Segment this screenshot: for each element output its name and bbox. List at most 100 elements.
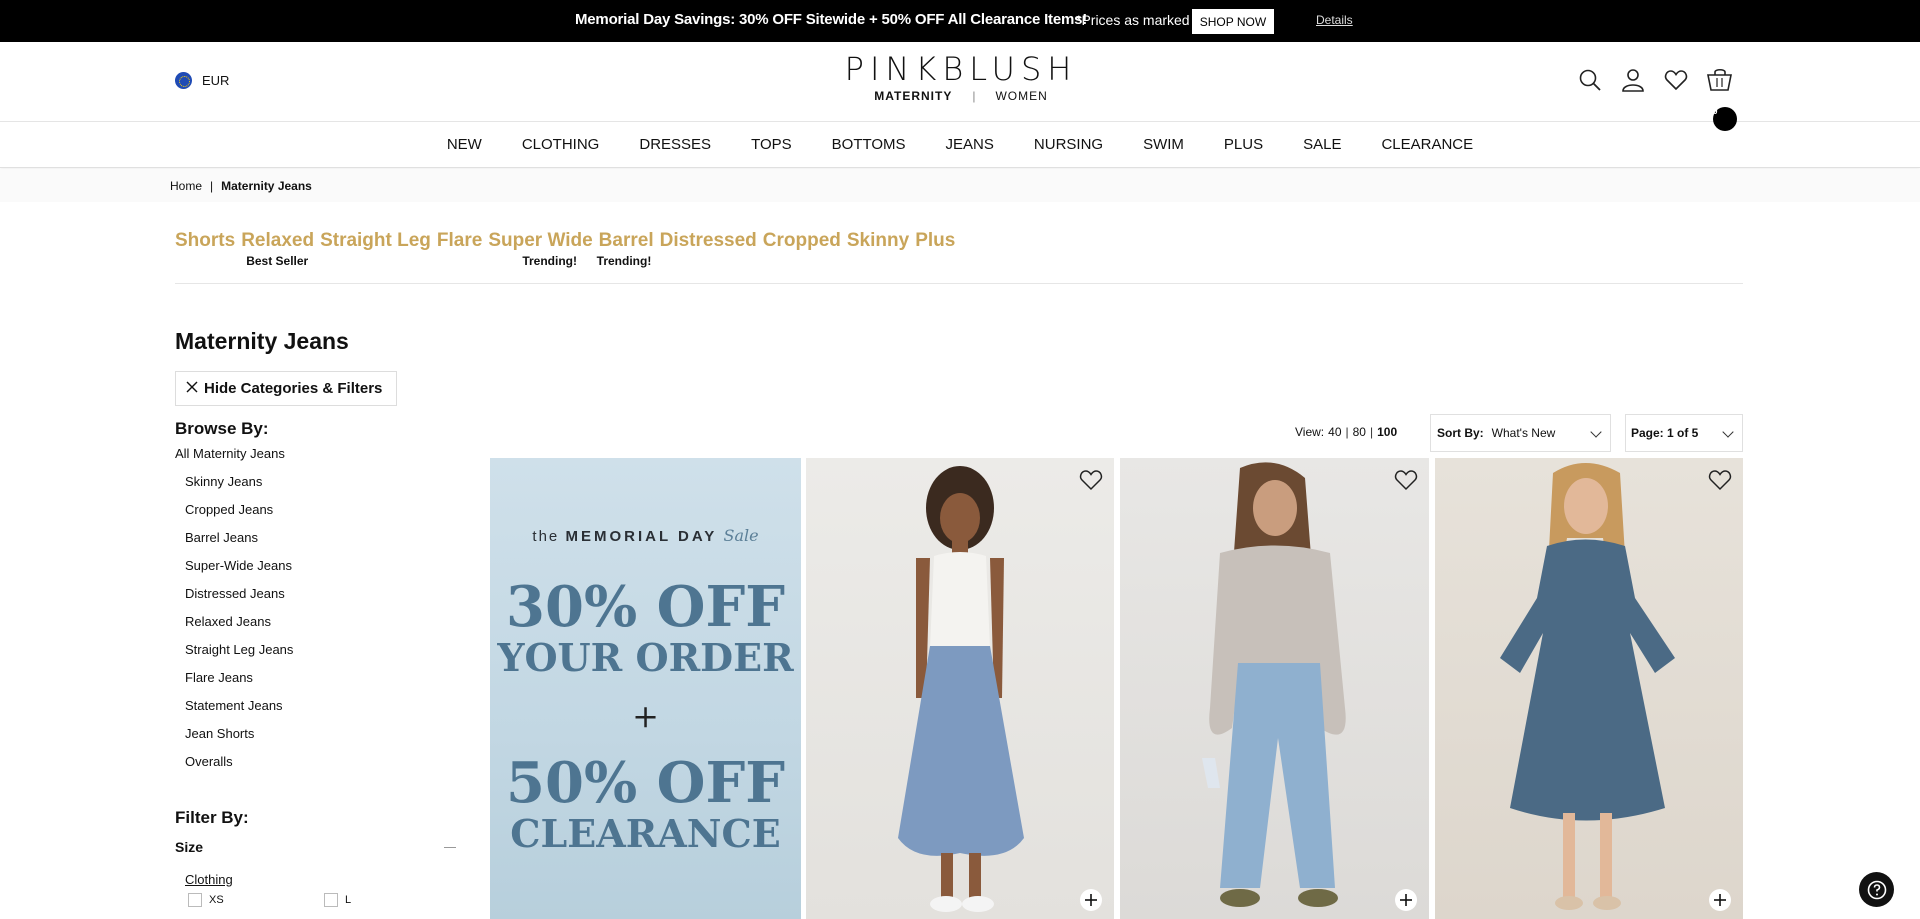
quick-link-distressed[interactable]: Distressed: [660, 230, 757, 252]
filter-by-heading: Filter By:: [175, 808, 249, 827]
quick-link-label: Relaxed: [241, 230, 315, 251]
browse-item[interactable]: Jean Shorts: [185, 726, 293, 754]
trending-tag: Trending!: [522, 254, 577, 268]
sort-label: Sort By:: [1437, 426, 1484, 440]
browse-item[interactable]: Barrel Jeans: [185, 530, 293, 558]
nav-item-jeans[interactable]: JEANS: [946, 136, 994, 153]
nav-item-new[interactable]: NEW: [447, 136, 482, 153]
browse-all-link[interactable]: All Maternity Jeans: [175, 446, 285, 461]
page-dropdown[interactable]: Page: 1 of 5: [1625, 414, 1743, 452]
size-option-xs[interactable]: XS: [188, 893, 224, 907]
help-button[interactable]: [1859, 872, 1894, 907]
browse-item[interactable]: Relaxed Jeans: [185, 614, 293, 642]
product-card[interactable]: [1120, 458, 1429, 919]
cart-icon[interactable]: 0: [1707, 68, 1737, 131]
promo-tile[interactable]: the MEMORIAL DAY Sale 30% OFF YOUR ORDER…: [490, 458, 801, 919]
nav-item-clothing[interactable]: CLOTHING: [522, 136, 600, 153]
wishlist-icon[interactable]: [1664, 68, 1688, 92]
nav-item-clearance[interactable]: CLEARANCE: [1381, 136, 1473, 153]
size-filter-toggle[interactable]: Size: [175, 839, 456, 855]
product-image: [1202, 462, 1346, 907]
quick-add-plus-icon[interactable]: [1080, 889, 1102, 911]
hide-filters-label: Hide Categories & Filters: [204, 380, 383, 397]
view-option-40[interactable]: 40: [1328, 425, 1341, 439]
size-option-l[interactable]: L: [324, 893, 351, 907]
quick-link-shorts[interactable]: Shorts: [175, 230, 235, 252]
browse-item[interactable]: Super-Wide Jeans: [185, 558, 293, 586]
main-nav: NEW CLOTHING DRESSES TOPS BOTTOMS JEANS …: [0, 122, 1920, 168]
quick-link-label: Plus: [915, 230, 956, 251]
checkbox[interactable]: [324, 893, 338, 907]
quick-link-skinny[interactable]: Skinny: [847, 230, 909, 252]
details-link[interactable]: Details: [1316, 13, 1353, 27]
search-icon[interactable]: [1578, 68, 1602, 92]
promo-bar: Memorial Day Savings: 30% OFF Sitewide +…: [0, 0, 1920, 42]
browse-item[interactable]: Distressed Jeans: [185, 586, 293, 614]
quick-link-label: Skinny: [846, 230, 910, 251]
browse-item[interactable]: Flare Jeans: [185, 670, 293, 698]
nav-item-nursing[interactable]: NURSING: [1034, 136, 1103, 153]
quick-link-straight-leg[interactable]: Straight Leg: [320, 230, 431, 252]
nav-item-dresses[interactable]: DRESSES: [639, 136, 711, 153]
view-option-80[interactable]: 80: [1353, 425, 1366, 439]
browse-item[interactable]: Cropped Jeans: [185, 502, 293, 530]
chevron-down-icon: [1590, 426, 1602, 438]
quick-link-cropped[interactable]: Cropped: [763, 230, 841, 252]
promo-tile-off2: 50% OFF: [506, 750, 785, 816]
browse-item[interactable]: Straight Leg Jeans: [185, 642, 293, 670]
wishlist-heart-icon[interactable]: [1707, 468, 1733, 492]
quick-link-label: Barrel: [598, 230, 654, 251]
quick-link-barrel[interactable]: Barrel Trending!: [597, 230, 654, 268]
logo[interactable]: PINKBLUSH MATERNITY | WOMEN: [820, 50, 1102, 103]
nav-item-bottoms[interactable]: BOTTOMS: [832, 136, 906, 153]
view-label: View:: [1295, 425, 1325, 439]
view-count-control: View: 40 | 80 | 100: [1295, 425, 1397, 439]
product-card[interactable]: [806, 458, 1114, 919]
promo-tile-the: the: [532, 528, 560, 545]
currency-selector[interactable]: EUR: [175, 72, 229, 89]
checkbox[interactable]: [188, 893, 202, 907]
quick-link-label: Distressed: [659, 230, 757, 251]
nav-item-sale[interactable]: SALE: [1303, 136, 1341, 153]
quick-link-flare[interactable]: Flare: [437, 230, 482, 252]
quick-link-super-wide[interactable]: Super Wide Trending!: [488, 230, 592, 268]
clothing-size-link[interactable]: Clothing: [185, 872, 233, 887]
wishlist-heart-icon[interactable]: [1393, 468, 1419, 492]
quick-link-label: Cropped: [762, 230, 841, 251]
logo-separator: |: [972, 89, 976, 103]
breadcrumb-separator: |: [210, 179, 214, 193]
breadcrumb-home[interactable]: Home: [170, 179, 202, 193]
quick-links: Shorts Relaxed Best Seller Straight Leg F…: [175, 230, 955, 268]
hide-filters-button[interactable]: Hide Categories & Filters: [175, 371, 397, 406]
logo-women-link[interactable]: WOMEN: [995, 89, 1047, 103]
nav-item-tops[interactable]: TOPS: [751, 136, 792, 153]
browse-item[interactable]: Skinny Jeans: [185, 474, 293, 502]
chevron-down-icon: [1722, 426, 1734, 438]
browse-item[interactable]: Overalls: [185, 754, 293, 782]
browse-by-heading: Browse By:: [175, 419, 269, 438]
quick-link-plus[interactable]: Plus: [915, 230, 955, 252]
quick-add-plus-icon[interactable]: [1709, 889, 1731, 911]
sort-dropdown[interactable]: Sort By: What's New: [1430, 414, 1611, 452]
breadcrumb-bar: Home | Maternity Jeans: [0, 169, 1920, 202]
quick-link-label: Straight Leg: [320, 230, 431, 251]
nav-item-swim[interactable]: SWIM: [1143, 136, 1184, 153]
product-card[interactable]: [1435, 458, 1743, 919]
shop-now-button[interactable]: SHOP NOW: [1192, 9, 1274, 34]
quick-link-relaxed[interactable]: Relaxed Best Seller: [241, 230, 315, 268]
wishlist-heart-icon[interactable]: [1078, 468, 1104, 492]
nav-item-plus[interactable]: PLUS: [1224, 136, 1263, 153]
product-image: [1500, 463, 1675, 910]
promo-tile-plus: +: [632, 697, 659, 735]
quick-link-label: Flare: [436, 230, 483, 251]
view-option-100[interactable]: 100: [1377, 425, 1397, 439]
view-separator: |: [1345, 425, 1349, 439]
logo-maternity-link[interactable]: MATERNITY: [874, 89, 952, 103]
browse-item[interactable]: Statement Jeans: [185, 698, 293, 726]
browse-list: Skinny Jeans Cropped Jeans Barrel Jeans …: [185, 474, 293, 782]
page-value: Page: 1 of 5: [1631, 426, 1699, 440]
promo-tile-event: MEMORIAL DAY: [565, 528, 718, 545]
account-icon[interactable]: [1621, 68, 1645, 92]
quick-add-plus-icon[interactable]: [1395, 889, 1417, 911]
product-image: [898, 466, 1024, 912]
